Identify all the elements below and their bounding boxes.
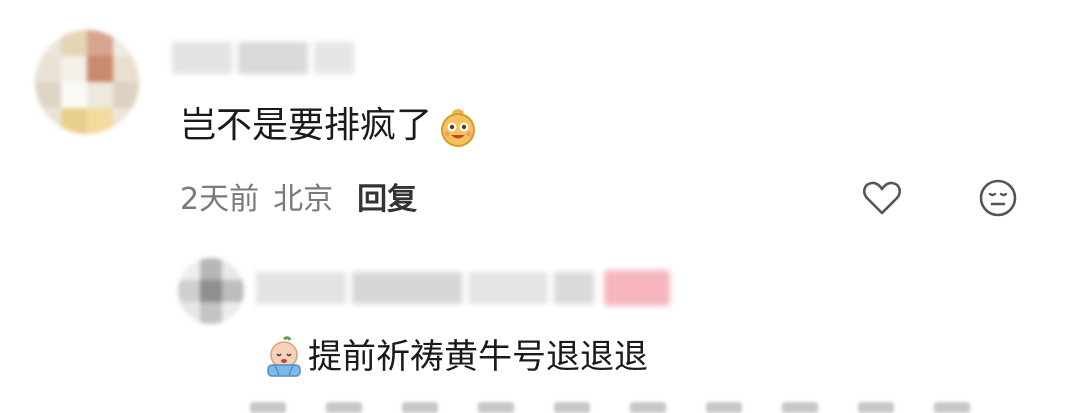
reaction-button[interactable]	[974, 176, 1022, 224]
neutral-face-icon	[978, 178, 1018, 222]
praying-emoji-icon	[262, 335, 306, 379]
comment-meta: 2天前 北京 回复	[180, 172, 417, 228]
commenter-avatar[interactable]	[35, 30, 139, 134]
replier-avatar[interactable]	[178, 258, 244, 324]
like-button[interactable]	[858, 176, 906, 224]
heart-icon	[862, 180, 902, 220]
author-badge	[604, 270, 670, 306]
comment-location: 北京	[273, 182, 334, 217]
replier-name[interactable]	[256, 272, 594, 304]
smiling-bag-emoji-icon	[436, 104, 480, 148]
reply-button[interactable]: 回复	[357, 172, 417, 228]
reply-text: 提前祈祷黄牛号退退退	[308, 337, 648, 377]
comment-body: 岂不是要排疯了	[180, 96, 480, 156]
comment-time: 2天前	[180, 182, 260, 217]
next-row-cutoff	[250, 402, 990, 413]
comment-text: 岂不是要排疯了	[180, 105, 433, 146]
reply-body: 提前祈祷黄牛号退退退	[262, 327, 648, 387]
commenter-name[interactable]	[172, 42, 354, 74]
